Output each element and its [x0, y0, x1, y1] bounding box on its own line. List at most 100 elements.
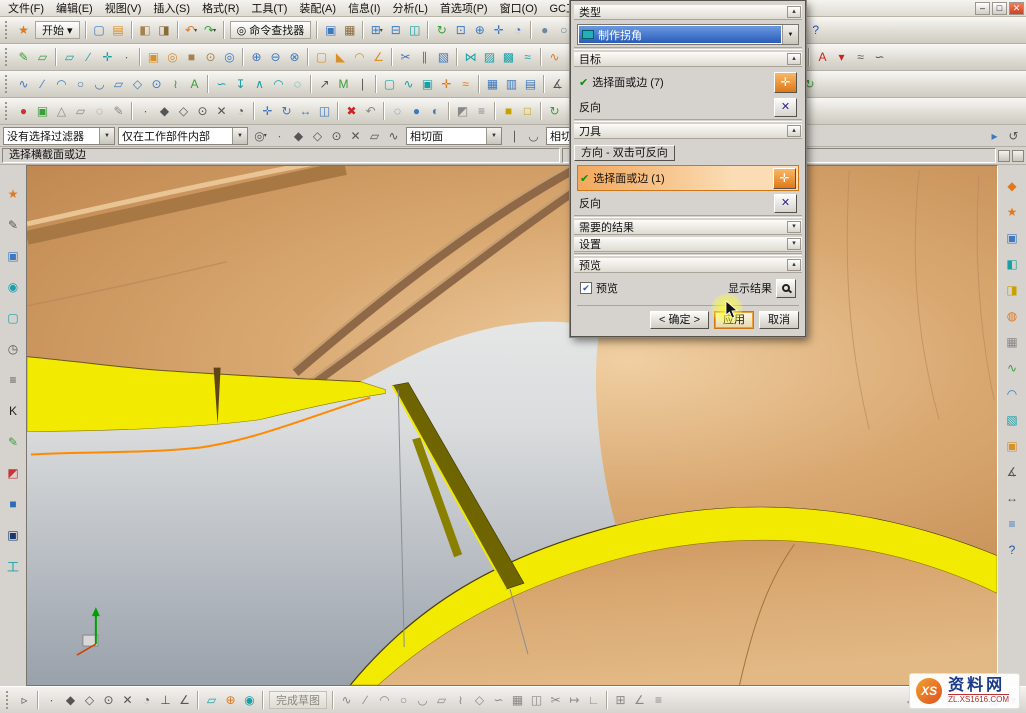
snap-end-icon[interactable]: ◆	[156, 102, 173, 120]
display-part-icon[interactable]: ◧	[137, 21, 154, 39]
snapb-end-icon[interactable]: ◆	[62, 691, 79, 709]
copy-icon[interactable]: ▣	[322, 21, 339, 39]
menu-icon[interactable]: ▹	[16, 691, 33, 709]
edit-obj-display-icon[interactable]: ◩	[454, 102, 471, 120]
snapb-quad-icon[interactable]: ◔	[138, 691, 155, 709]
window-icon[interactable]: ⊞	[368, 21, 385, 39]
collapse-up-icon[interactable]: ▴	[787, 125, 801, 137]
snapb-point-icon[interactable]: ∙	[43, 691, 60, 709]
unite-icon[interactable]: ⊕	[248, 48, 265, 66]
process-studio-icon[interactable]: ≡	[5, 371, 22, 389]
trim-body-icon[interactable]: ✂	[397, 48, 414, 66]
i-form-icon[interactable]: ≈	[457, 75, 474, 93]
menu-item-3[interactable]: 插入(S)	[147, 0, 196, 17]
manager-icon[interactable]: K	[5, 402, 22, 420]
profile-b-icon[interactable]: ∿	[338, 691, 355, 709]
notes-gallery-icon[interactable]: ≡	[1004, 515, 1021, 533]
mirror-obj-icon[interactable]: ◫	[316, 102, 333, 120]
profile-icon[interactable]: ∿	[15, 75, 32, 93]
unlock-icon[interactable]: □	[519, 102, 536, 120]
ok-button[interactable]: < 确定 >	[650, 311, 709, 329]
reverse-direction-button[interactable]: ✕	[774, 98, 797, 117]
grid-a-icon[interactable]: ▦	[484, 75, 501, 93]
revolve-icon[interactable]: ◎	[164, 48, 181, 66]
command-finder-button[interactable]: ◎ 命令查找器	[230, 21, 312, 39]
menu-item-8[interactable]: 分析(L)	[386, 0, 433, 17]
undelete-icon[interactable]: ↶	[362, 102, 379, 120]
offset-surface-icon[interactable]: ≈	[519, 48, 536, 66]
snap-point-icon[interactable]: ∙	[137, 102, 154, 120]
end-snap-icon[interactable]: ◆	[290, 127, 307, 145]
paint-icon[interactable]: ✎	[110, 102, 127, 120]
move-curve-icon[interactable]: ↗	[316, 75, 333, 93]
project-curve-icon[interactable]: ↧	[232, 75, 249, 93]
history-icon[interactable]: ◷	[5, 340, 22, 358]
graphics-window[interactable]	[26, 165, 998, 686]
line-icon[interactable]: ∕	[34, 75, 51, 93]
reflect-icon[interactable]: ∽	[871, 48, 888, 66]
analysis-gallery-icon[interactable]: ∡	[1004, 463, 1021, 481]
plane-tool-icon[interactable]: ▱	[203, 691, 220, 709]
nx-app-icon[interactable]: ★	[15, 21, 32, 39]
role-advanced-icon[interactable]: ▣	[34, 102, 51, 120]
tool-select-button[interactable]: ✛	[773, 168, 796, 189]
cylinder-icon[interactable]: ⊙	[202, 48, 219, 66]
help-icon[interactable]: ?	[807, 21, 824, 39]
lock-icon[interactable]: ■	[500, 102, 517, 120]
split-body-icon[interactable]: ∥	[416, 48, 433, 66]
snap-center-icon[interactable]: ⊙	[194, 102, 211, 120]
collapse-up-icon[interactable]: ▴	[787, 259, 801, 271]
feature-gallery-icon[interactable]: ▣	[1004, 437, 1021, 455]
chevron-down-icon[interactable]: ▼	[782, 25, 798, 44]
m-tool-icon[interactable]: M	[335, 75, 352, 93]
menu-item-9[interactable]: 首选项(P)	[434, 0, 494, 17]
reset-filter-icon[interactable]: ↺	[1005, 127, 1022, 145]
status-mini-button-1[interactable]	[998, 150, 1010, 162]
rect-select-icon[interactable]: ▱	[72, 102, 89, 120]
menu-item-1[interactable]: 编辑(E)	[50, 0, 99, 17]
datum-axis-icon[interactable]: ∕	[80, 48, 97, 66]
polygon-b-icon[interactable]: ◇	[471, 691, 488, 709]
snapb-perp-icon[interactable]: ⊥	[157, 691, 174, 709]
point-icon[interactable]: ∙	[118, 48, 135, 66]
minimize-button[interactable]: –	[975, 2, 990, 15]
stop-at-intersection-icon[interactable]: ∣	[506, 127, 523, 145]
material-gallery-icon[interactable]: ◨	[1004, 281, 1021, 299]
snapb-inter-icon[interactable]: ✕	[119, 691, 136, 709]
section-target[interactable]: 目标 ▴	[574, 52, 802, 67]
fillet-icon[interactable]: ◡	[91, 75, 108, 93]
constraint-navigator-icon[interactable]: ✎	[5, 216, 22, 234]
undo-icon[interactable]: ↶	[183, 21, 200, 39]
polygon-icon[interactable]: ◇	[129, 75, 146, 93]
follow-fillet-icon[interactable]: ◡	[525, 127, 542, 145]
scale-obj-icon[interactable]: ↔	[297, 102, 314, 120]
section-tool[interactable]: 刀具 ▴	[574, 124, 802, 139]
chevron-down-icon[interactable]: ▼	[99, 128, 114, 144]
block-icon[interactable]: ■	[183, 48, 200, 66]
render-gallery-icon[interactable]: ▦	[1004, 333, 1021, 351]
show-result-button[interactable]	[776, 279, 796, 298]
restore-button[interactable]: □	[992, 2, 1007, 15]
face-rule-icon[interactable]: ▱	[366, 127, 383, 145]
move-obj-icon[interactable]: ✛	[259, 102, 276, 120]
datum-plane-icon[interactable]: ▱	[61, 48, 78, 66]
3d-viewport[interactable]	[27, 166, 997, 685]
cancel-button[interactable]: 取消	[759, 311, 799, 329]
chevron-down-icon[interactable]: ▼	[232, 128, 247, 144]
section-settings[interactable]: 设置 ▾	[574, 237, 802, 252]
target-select-row[interactable]: ✔ 选择面或边 (7) ✛	[577, 69, 799, 95]
open-icon[interactable]: ▤	[110, 21, 127, 39]
materials-edit-icon[interactable]: ✎	[5, 433, 22, 451]
shaded-icon[interactable]: ●	[536, 21, 553, 39]
section-desired-result[interactable]: 需要的结果 ▾	[574, 220, 802, 235]
intersection-snap-icon[interactable]: ✕	[347, 127, 364, 145]
snap-quad-icon[interactable]: ◔	[232, 102, 249, 120]
target-select-button[interactable]: ✛	[774, 72, 797, 93]
patch-icon[interactable]: ▨	[481, 48, 498, 66]
type-combo[interactable]: 制作拐角 ▼	[577, 24, 799, 45]
surface-gallery-icon[interactable]: ▧	[1004, 411, 1021, 429]
x-form-icon[interactable]: ✛	[438, 75, 455, 93]
status-mini-button-2[interactable]	[1012, 150, 1024, 162]
line-b-icon[interactable]: ∕	[357, 691, 374, 709]
chevron-down-icon[interactable]: ▼	[486, 128, 501, 144]
